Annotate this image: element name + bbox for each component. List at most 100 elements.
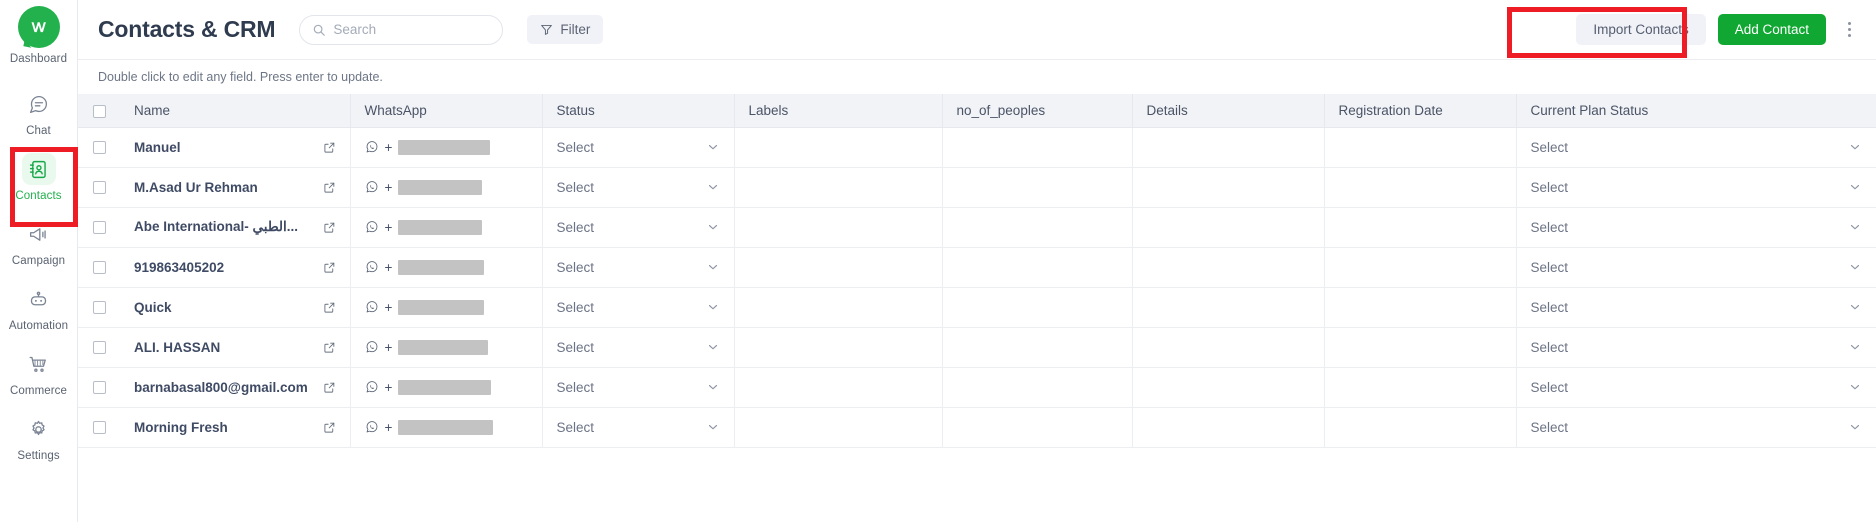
- search-box[interactable]: [299, 14, 504, 45]
- cell-labels[interactable]: [734, 207, 943, 248]
- cell-registration-date[interactable]: [1324, 327, 1517, 368]
- cell-whatsapp[interactable]: +: [350, 287, 543, 328]
- cell-current-plan-status[interactable]: Select: [1516, 287, 1876, 328]
- sidebar-item-automation[interactable]: Automation: [0, 274, 77, 339]
- chevron-down-icon[interactable]: [1848, 420, 1862, 434]
- open-external-icon[interactable]: [323, 181, 336, 194]
- cell-name[interactable]: Abe International- الطبي...: [120, 207, 351, 248]
- cell-current-plan-status[interactable]: Select: [1516, 327, 1876, 368]
- column-header-whatsapp[interactable]: WhatsApp: [350, 94, 543, 128]
- chevron-down-icon[interactable]: [706, 380, 720, 394]
- cell-name[interactable]: ALI. HASSAN: [120, 327, 351, 368]
- cell-details[interactable]: [1132, 127, 1325, 168]
- brand-dashboard[interactable]: Dashboard: [0, 6, 77, 65]
- row-select-cell[interactable]: [78, 367, 120, 408]
- add-contact-button[interactable]: Add Contact: [1717, 14, 1826, 45]
- row-select-cell[interactable]: [78, 247, 120, 288]
- search-input[interactable]: [333, 22, 491, 37]
- cell-no-of-peoples[interactable]: [942, 287, 1133, 328]
- open-external-icon[interactable]: [323, 301, 336, 314]
- sidebar-item-commerce[interactable]: Commerce: [0, 339, 77, 404]
- cell-labels[interactable]: [734, 327, 943, 368]
- chevron-down-icon[interactable]: [1848, 260, 1862, 274]
- cell-labels[interactable]: [734, 247, 943, 288]
- sidebar-item-contacts[interactable]: Contacts: [0, 144, 77, 209]
- column-header-labels[interactable]: Labels: [734, 94, 943, 128]
- cell-details[interactable]: [1132, 287, 1325, 328]
- cell-whatsapp[interactable]: +: [350, 367, 543, 408]
- filter-button[interactable]: Filter: [527, 15, 604, 44]
- cell-no-of-peoples[interactable]: [942, 127, 1133, 168]
- chevron-down-icon[interactable]: [706, 340, 720, 354]
- chevron-down-icon[interactable]: [1848, 300, 1862, 314]
- row-checkbox[interactable]: [92, 261, 106, 275]
- chevron-down-icon[interactable]: [706, 180, 720, 194]
- cell-details[interactable]: [1132, 407, 1325, 448]
- cell-no-of-peoples[interactable]: [942, 327, 1133, 368]
- cell-status[interactable]: Select: [542, 247, 735, 288]
- cell-details[interactable]: [1132, 167, 1325, 208]
- table-row[interactable]: barnabasal800@gmail.com + Select Select: [78, 367, 1876, 408]
- open-external-icon[interactable]: [323, 261, 336, 274]
- row-checkbox[interactable]: [92, 141, 106, 155]
- row-select-cell[interactable]: [78, 167, 120, 208]
- cell-labels[interactable]: [734, 167, 943, 208]
- cell-registration-date[interactable]: [1324, 207, 1517, 248]
- row-checkbox[interactable]: [92, 421, 106, 435]
- row-select-cell[interactable]: [78, 407, 120, 448]
- sidebar-item-campaign[interactable]: Campaign: [0, 209, 77, 274]
- chevron-down-icon[interactable]: [706, 260, 720, 274]
- contacts-table-container[interactable]: Name WhatsApp Status Labels no_of_people…: [78, 94, 1876, 522]
- cell-no-of-peoples[interactable]: [942, 167, 1133, 208]
- cell-status[interactable]: Select: [542, 167, 735, 208]
- cell-whatsapp[interactable]: +: [350, 407, 543, 448]
- cell-whatsapp[interactable]: +: [350, 327, 543, 368]
- chevron-down-icon[interactable]: [706, 300, 720, 314]
- cell-registration-date[interactable]: [1324, 247, 1517, 288]
- cell-current-plan-status[interactable]: Select: [1516, 167, 1876, 208]
- cell-details[interactable]: [1132, 207, 1325, 248]
- cell-status[interactable]: Select: [542, 367, 735, 408]
- chevron-down-icon[interactable]: [1848, 180, 1862, 194]
- cell-no-of-peoples[interactable]: [942, 407, 1133, 448]
- open-external-icon[interactable]: [323, 381, 336, 394]
- cell-registration-date[interactable]: [1324, 127, 1517, 168]
- cell-details[interactable]: [1132, 327, 1325, 368]
- cell-no-of-peoples[interactable]: [942, 207, 1133, 248]
- open-external-icon[interactable]: [323, 141, 336, 154]
- cell-current-plan-status[interactable]: Select: [1516, 407, 1876, 448]
- sidebar-item-chat[interactable]: Chat: [0, 79, 77, 144]
- open-external-icon[interactable]: [323, 221, 336, 234]
- cell-name[interactable]: 919863405202: [120, 247, 351, 288]
- row-checkbox[interactable]: [92, 181, 106, 195]
- cell-current-plan-status[interactable]: Select: [1516, 367, 1876, 408]
- table-row[interactable]: Manuel + Select Select: [78, 127, 1876, 168]
- select-all-header[interactable]: [78, 94, 120, 128]
- chevron-down-icon[interactable]: [706, 140, 720, 154]
- chevron-down-icon[interactable]: [1848, 380, 1862, 394]
- import-contacts-button[interactable]: Import Contacts: [1576, 14, 1706, 45]
- row-checkbox[interactable]: [92, 341, 106, 355]
- column-header-current-plan-status[interactable]: Current Plan Status: [1516, 94, 1876, 128]
- column-header-name[interactable]: Name: [120, 94, 351, 128]
- cell-whatsapp[interactable]: +: [350, 127, 543, 168]
- chevron-down-icon[interactable]: [706, 220, 720, 234]
- cell-name[interactable]: barnabasal800@gmail.com: [120, 367, 351, 408]
- chevron-down-icon[interactable]: [1848, 140, 1862, 154]
- cell-registration-date[interactable]: [1324, 167, 1517, 208]
- cell-status[interactable]: Select: [542, 407, 735, 448]
- table-row[interactable]: M.Asad Ur Rehman + Select Select: [78, 167, 1876, 208]
- cell-labels[interactable]: [734, 287, 943, 328]
- cell-current-plan-status[interactable]: Select: [1516, 207, 1876, 248]
- row-select-cell[interactable]: [78, 327, 120, 368]
- row-select-cell[interactable]: [78, 287, 120, 328]
- cell-registration-date[interactable]: [1324, 367, 1517, 408]
- cell-registration-date[interactable]: [1324, 407, 1517, 448]
- cell-status[interactable]: Select: [542, 207, 735, 248]
- cell-status[interactable]: Select: [542, 287, 735, 328]
- cell-details[interactable]: [1132, 367, 1325, 408]
- select-all-checkbox[interactable]: [92, 104, 106, 118]
- cell-details[interactable]: [1132, 247, 1325, 288]
- table-row[interactable]: ALI. HASSAN + Select Select: [78, 327, 1876, 368]
- row-checkbox[interactable]: [92, 301, 106, 315]
